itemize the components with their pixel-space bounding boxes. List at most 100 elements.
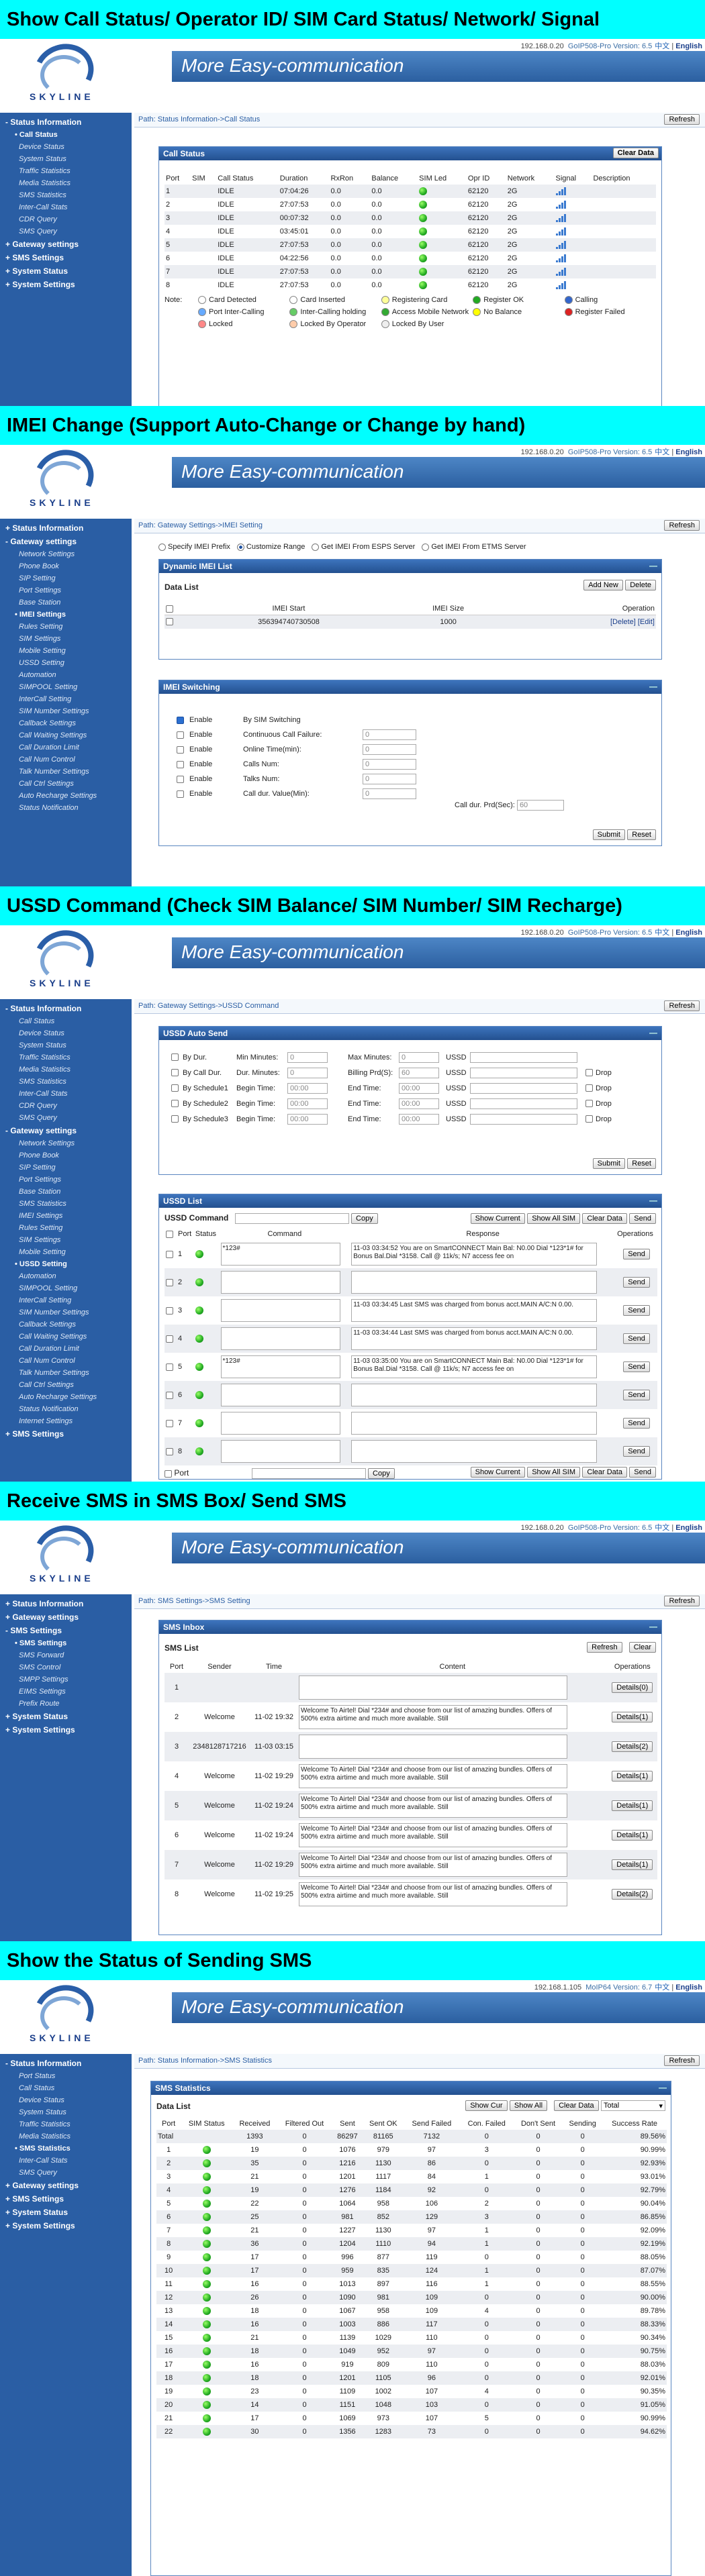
sidebar-item[interactable]: Traffic Statistics [0,1051,132,1064]
drop-checkbox[interactable] [585,1100,593,1107]
clear-data-button-bottom[interactable]: Clear Data [582,1467,627,1478]
sidebar-item[interactable]: SIM Settings [0,1234,132,1246]
sidebar-item[interactable]: SMS Statistics [0,1076,132,1088]
sidebar-item[interactable]: Callback Settings [0,1319,132,1331]
lang-cn-link[interactable]: 中文 [655,1524,669,1532]
lang-cn-link[interactable]: 中文 [655,1983,669,1992]
auto-enable-checkbox[interactable] [171,1084,179,1092]
reset-button[interactable]: Reset [627,1158,656,1169]
auto-enable-checkbox[interactable] [171,1100,179,1107]
collapse-icon[interactable]: — [649,1196,657,1205]
sidebar-item[interactable]: Call Ctrl Settings [0,1379,132,1391]
switch-value-input[interactable]: 0 [363,788,416,799]
sidebar-item[interactable]: InterCall Setting [0,1294,132,1306]
sidebar-item[interactable]: SIM Settings [0,633,132,645]
lang-en-link[interactable]: English [675,929,702,937]
refresh-button[interactable]: Refresh [664,2055,700,2066]
sidebar-item[interactable]: USSD Setting [0,1258,132,1270]
row-checkbox[interactable] [166,1419,173,1427]
submit-button[interactable]: Submit [592,829,625,840]
add-new-button[interactable]: Add New [583,580,623,590]
switch-value-input[interactable]: 0 [363,759,416,770]
refresh-button[interactable]: Refresh [664,114,700,125]
row-checkbox[interactable] [166,1278,173,1286]
field-input[interactable]: 00:00 [287,1082,328,1094]
total-select[interactable]: Total ▾ [601,2100,665,2111]
sidebar-group[interactable]: System Status [0,1710,132,1723]
sidebar-item[interactable]: Device Status [0,141,132,153]
field-input[interactable]: 0 [399,1051,439,1063]
field-input[interactable]: 00:00 [399,1082,439,1094]
ussd-input[interactable] [470,1098,577,1109]
refresh-button[interactable]: Refresh [664,520,700,531]
sidebar-item[interactable]: System Status [0,2106,132,2118]
show-current-button[interactable]: Show Current [470,1213,525,1224]
send-button[interactable]: Send [623,1446,650,1457]
sidebar-item[interactable]: SIP Setting [0,1162,132,1174]
command-input[interactable]: *123# [220,1355,340,1378]
send-all-button[interactable]: Send [629,1213,656,1224]
sidebar-item[interactable]: SIMPOOL Setting [0,681,132,693]
collapse-icon[interactable]: — [649,1622,657,1631]
sidebar-item[interactable]: SMS Statistics [0,2143,132,2155]
sidebar-item[interactable]: Port Settings [0,1174,132,1186]
sidebar-group[interactable]: System Settings [0,278,132,291]
switch-value-input[interactable]: 0 [363,744,416,755]
sidebar-item[interactable]: Traffic Statistics [0,165,132,177]
sidebar-item[interactable]: Device Status [0,1027,132,1039]
sidebar-item[interactable]: Automation [0,1270,132,1282]
sidebar-item[interactable]: Call Status [0,2082,132,2094]
sidebar-item[interactable]: Talk Number Settings [0,1367,132,1379]
sidebar-item[interactable]: SMS Control [0,1661,132,1673]
sidebar-item[interactable]: Status Notification [0,1403,132,1415]
auto-enable-checkbox[interactable] [171,1053,179,1061]
sidebar-item[interactable]: Phone Book [0,560,132,572]
submit-button[interactable]: Submit [592,1158,625,1169]
enable-checkbox[interactable] [177,745,184,754]
collapse-icon[interactable]: — [649,682,657,691]
sidebar-item[interactable]: Inter-Call Stats [0,2155,132,2167]
row-checkbox[interactable] [166,1335,173,1343]
sidebar-group[interactable]: Status Information [0,1597,132,1610]
sidebar-group[interactable]: SMS Settings [0,1427,132,1441]
ussd-command-input[interactable] [234,1213,349,1224]
switch-value-input[interactable]: 0 [363,774,416,784]
field-input[interactable]: 00:00 [399,1098,439,1109]
sidebar-group[interactable]: Status Information [0,115,132,129]
refresh-button[interactable]: Refresh [664,1596,700,1606]
imei-mode-radio[interactable] [422,543,430,551]
ussd-input[interactable] [470,1067,577,1078]
command-input[interactable] [220,1384,340,1406]
sidebar-item[interactable]: CDR Query [0,1100,132,1112]
enable-checkbox[interactable] [177,790,184,798]
sidebar-group[interactable]: Gateway settings [0,535,132,548]
sidebar-item[interactable]: EIMS Settings [0,1686,132,1698]
sidebar-item[interactable]: Media Statistics [0,1064,132,1076]
details-button[interactable]: Details(1) [612,1830,653,1841]
show-current-button-bottom[interactable]: Show Current [470,1467,525,1478]
sidebar-item[interactable]: Auto Recharge Settings [0,1391,132,1403]
sidebar-item[interactable]: SIP Setting [0,572,132,584]
select-all-checkbox[interactable] [166,605,173,613]
command-input[interactable] [220,1440,340,1463]
sidebar-item[interactable]: Mobile Setting [0,645,132,657]
lang-cn-link[interactable]: 中文 [655,448,669,456]
sidebar-item[interactable]: Call Waiting Settings [0,729,132,741]
sidebar-item[interactable]: USSD Setting [0,657,132,669]
sidebar-group[interactable]: Status Information [0,521,132,535]
drop-checkbox[interactable] [585,1069,593,1076]
ussd-input[interactable] [470,1082,577,1094]
lang-cn-link[interactable]: 中文 [655,42,669,50]
field-input[interactable]: 0 [287,1051,328,1063]
sidebar-group[interactable]: System Settings [0,1723,132,1737]
sidebar-item[interactable]: Talk Number Settings [0,766,132,778]
command-input[interactable] [220,1299,340,1322]
sidebar-item[interactable]: Call Duration Limit [0,1343,132,1355]
sidebar-group[interactable]: SMS Settings [0,1624,132,1637]
select-all-checkbox[interactable] [164,1470,172,1478]
select-all-checkbox[interactable] [166,1230,173,1238]
enable-checkbox[interactable] [177,760,184,768]
details-button[interactable]: Details(2) [612,1889,653,1900]
enable-checkbox[interactable] [177,716,184,724]
row-checkbox[interactable] [166,1447,173,1455]
